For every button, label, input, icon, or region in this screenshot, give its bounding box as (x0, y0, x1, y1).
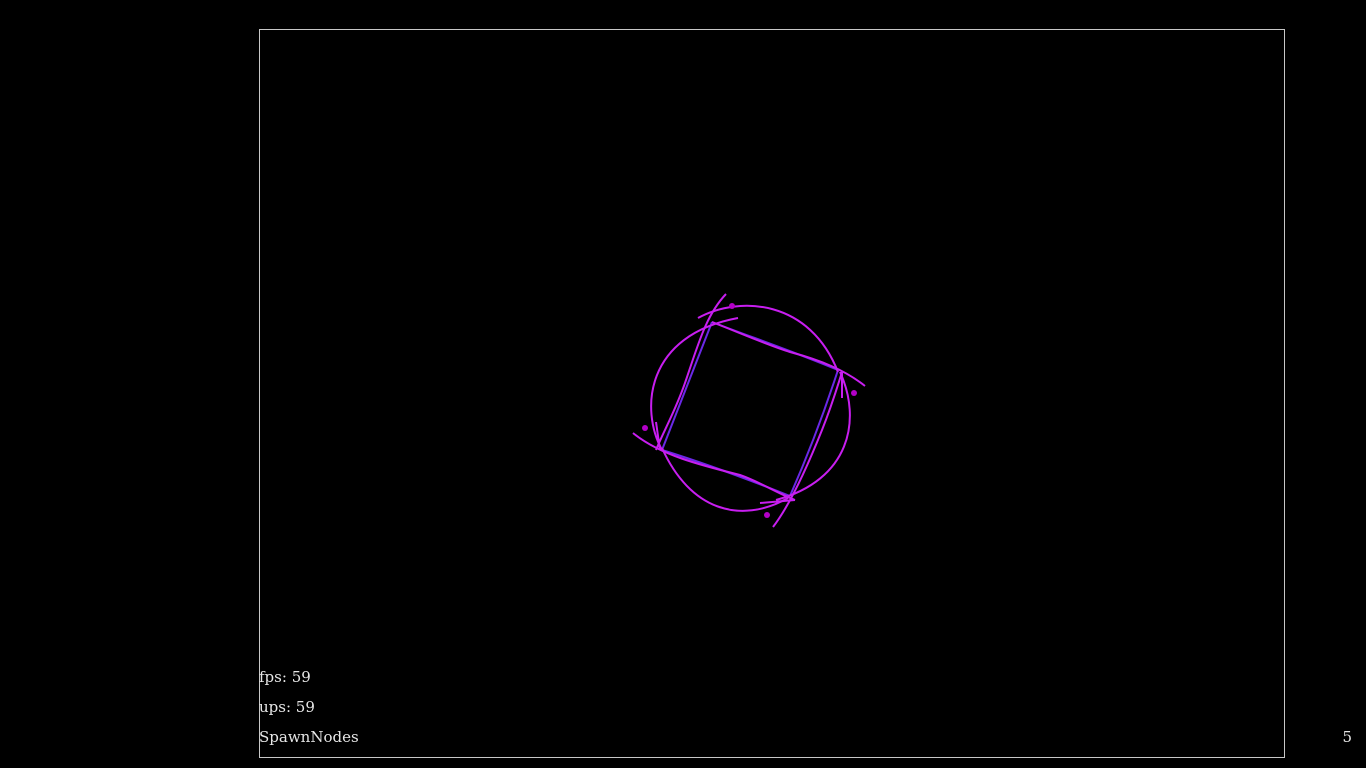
ups-value: 59 (295, 698, 315, 716)
fps-readout: fps: 59 (259, 668, 311, 686)
ups-readout: ups: 59 (259, 698, 315, 716)
strand-right (775, 371, 851, 501)
node-right[interactable] (851, 390, 857, 396)
fps-label: fps: (259, 668, 287, 686)
ups-label: ups: (259, 698, 292, 716)
tail-top (655, 293, 727, 451)
inner-strand-left (661, 321, 713, 451)
simulation-canvas[interactable] (0, 0, 1366, 768)
fps-value: 59 (291, 668, 311, 686)
game-screen: fps: 59 ups: 59 SpawnNodes 5 (0, 0, 1366, 768)
node-left[interactable] (642, 425, 648, 431)
mode-label: SpawnNodes (259, 728, 359, 746)
tail-bottom (772, 371, 843, 528)
inner-strand-right (789, 369, 839, 497)
node-top[interactable] (729, 303, 735, 309)
node-bottom[interactable] (764, 512, 770, 518)
tail-left (632, 432, 796, 504)
entity-count: 5 (1342, 728, 1352, 746)
